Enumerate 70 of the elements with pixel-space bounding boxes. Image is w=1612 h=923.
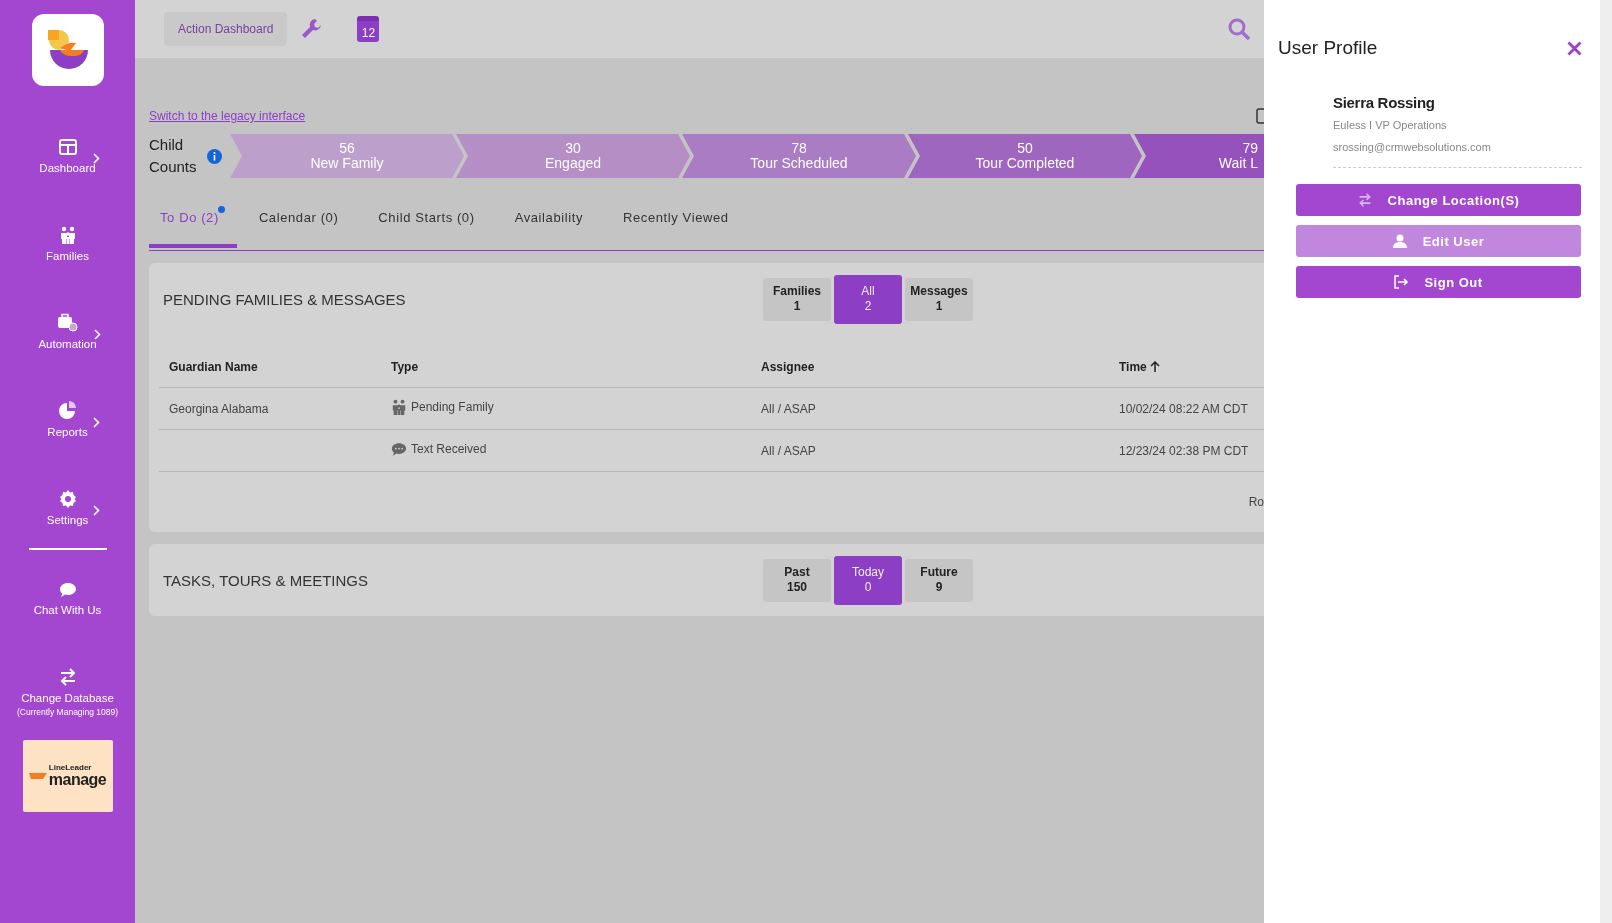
swap-arrows-icon: [1357, 193, 1372, 207]
chevron-right-icon[interactable]: [94, 329, 101, 340]
column-header[interactable]: Guardian Name: [169, 360, 258, 374]
pipeline-stage[interactable]: 30 Engaged: [456, 134, 690, 178]
filter-button[interactable]: Messages 1: [905, 277, 973, 321]
column-header[interactable]: Type: [391, 360, 419, 374]
user-role: Euless I VP Operations: [1333, 119, 1448, 131]
profile-action-button[interactable]: Change Location(S): [1296, 184, 1581, 216]
swap-arrows-icon: [58, 668, 77, 686]
tab[interactable]: To Do (2): [149, 190, 237, 248]
child-counts-label: Child Counts: [149, 135, 198, 177]
card-title: PENDING FAMILIES & MESSAGES: [163, 290, 407, 308]
briefcase-clock-icon: [57, 313, 78, 332]
table-cell[interactable]: Georgina Alabama: [169, 401, 269, 416]
nav-item[interactable]: Change Database (Currently Managing 1089): [0, 638, 135, 726]
user-email: srossing@crmwebsolutions.com: [1333, 141, 1492, 153]
close-button[interactable]: [1567, 40, 1582, 56]
column-header[interactable]: Time: [1119, 360, 1160, 374]
filter-button[interactable]: All 2: [834, 274, 902, 324]
app-logo[interactable]: [31, 14, 104, 86]
user-name: Sierra Rossing: [1333, 94, 1436, 111]
calendar-icon[interactable]: 12: [357, 16, 380, 42]
dashboard-icon: [58, 138, 77, 156]
profile-action-button[interactable]: Sign Out: [1296, 266, 1581, 298]
legacy-interface-link[interactable]: Switch to the legacy interface: [149, 109, 306, 123]
tab[interactable]: Child Starts (0): [378, 190, 493, 248]
brand-logo[interactable]: LineLeader manage: [22, 740, 113, 812]
nav-item[interactable]: Settings: [0, 460, 135, 548]
info-icon[interactable]: [207, 148, 222, 164]
nav-item[interactable]: Automation: [0, 284, 135, 372]
pipeline-stage[interactable]: 78 Tour Scheduled: [682, 134, 916, 178]
chevron-right-icon[interactable]: [93, 417, 100, 428]
search-icon[interactable]: [1228, 18, 1250, 40]
nav-item[interactable]: Dashboard: [0, 108, 135, 196]
chevron-right-icon[interactable]: [92, 505, 100, 516]
chat-icon: [391, 441, 407, 457]
sign-out-icon: [1394, 275, 1409, 289]
pipeline-stage[interactable]: 50 Tour Completed: [908, 134, 1142, 178]
chat-icon: [58, 582, 77, 598]
panel-title: User Profile: [1278, 37, 1378, 59]
tab[interactable]: Calendar (0): [258, 190, 357, 248]
tab[interactable]: Recently Viewed: [623, 190, 747, 248]
pipeline-stage[interactable]: 79 Wait L: [1134, 134, 1264, 178]
sort-up-icon[interactable]: [1149, 361, 1160, 373]
nav-item[interactable]: Chat With Us: [0, 550, 135, 638]
filter-button[interactable]: Today 0: [834, 555, 902, 605]
table-cell: All / ASAP: [761, 401, 816, 416]
tab[interactable]: Availability: [514, 190, 602, 248]
table-cell: 12/23/24 02:38 PM CDT: [1119, 443, 1249, 458]
chevron-right-icon[interactable]: [92, 153, 100, 164]
family-icon: [391, 399, 407, 415]
family-icon: [58, 226, 77, 244]
filter-button[interactable]: Future 9: [905, 558, 973, 602]
user-icon: [1392, 234, 1407, 248]
column-header[interactable]: Assignee: [761, 360, 815, 374]
filter-button[interactable]: Families 1: [763, 277, 831, 321]
table-cell: Text Received: [411, 442, 487, 456]
settings-icon: [58, 490, 77, 508]
table-cell: All / ASAP: [761, 443, 816, 458]
action-dashboard-button[interactable]: Action Dashboard: [164, 12, 288, 46]
nav-item[interactable]: Families: [0, 196, 135, 284]
filter-button[interactable]: Past 150: [763, 558, 831, 602]
pie-chart-icon: [58, 401, 77, 420]
card-title: TASKS, TOURS & MEETINGS: [163, 571, 370, 589]
notification-dot: [217, 206, 225, 213]
nav-item[interactable]: Reports: [0, 372, 135, 460]
table-cell: 10/02/24 08:22 AM CDT: [1119, 401, 1248, 416]
rows-per-page-label: Ro: [1248, 495, 1264, 509]
profile-action-button[interactable]: Edit User: [1296, 225, 1581, 257]
table-cell: Pending Family: [411, 400, 494, 414]
